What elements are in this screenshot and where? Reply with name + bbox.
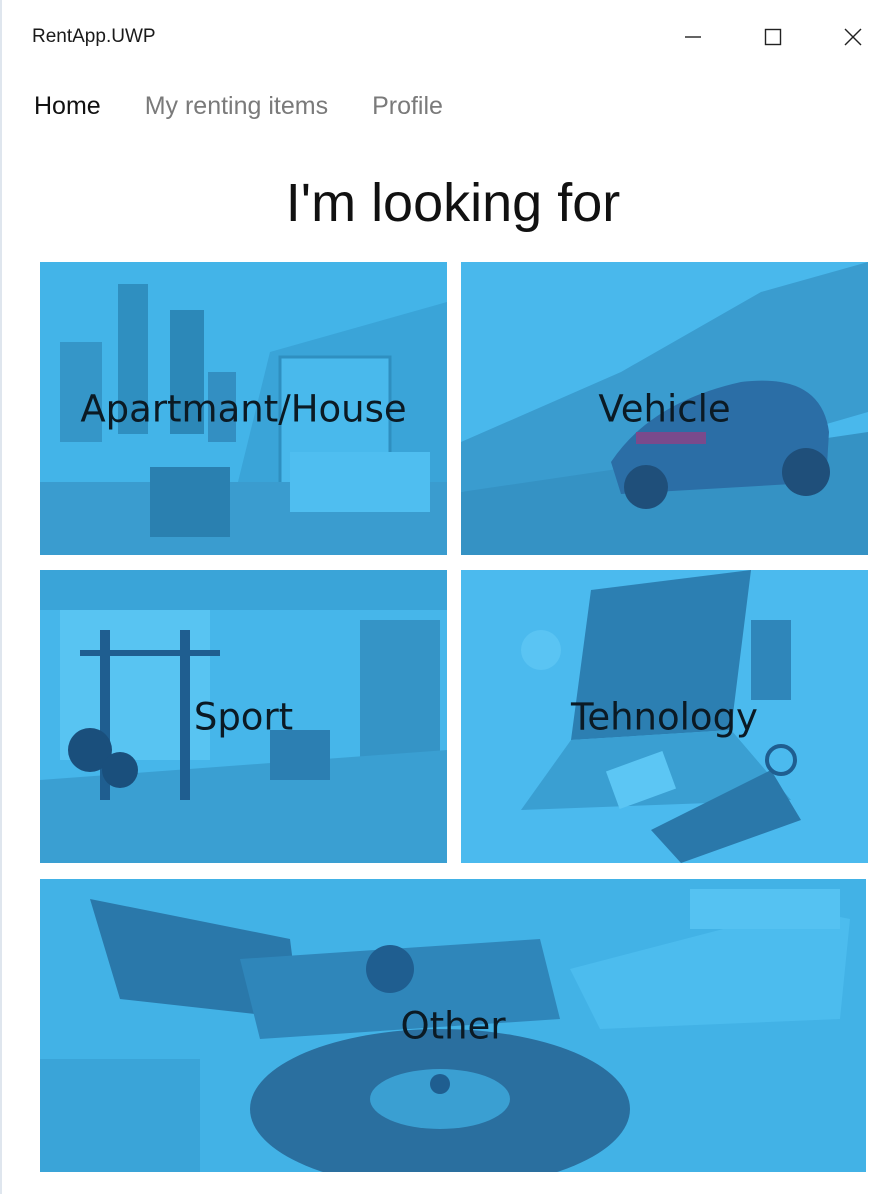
close-button[interactable]: [830, 14, 876, 60]
category-tile-technology[interactable]: Tehnology: [461, 570, 868, 863]
category-label: Tehnology: [571, 695, 758, 738]
category-tile-other[interactable]: Other: [40, 879, 866, 1172]
top-navigation: Home My renting items Profile: [34, 92, 443, 121]
maximize-icon: [764, 28, 782, 46]
category-tile-sport[interactable]: Sport: [40, 570, 447, 863]
title-bar[interactable]: RentApp.UWP: [2, 0, 881, 75]
nav-my-renting-items[interactable]: My renting items: [145, 92, 328, 121]
category-tile-vehicle[interactable]: Vehicle: [461, 262, 868, 555]
category-label: Sport: [193, 695, 294, 738]
category-label: Apartmant/House: [80, 387, 407, 430]
app-title: RentApp.UWP: [32, 26, 156, 47]
minimize-button[interactable]: [670, 14, 716, 60]
nav-profile[interactable]: Profile: [372, 92, 443, 121]
category-label: Other: [400, 1004, 506, 1047]
close-icon: [844, 28, 862, 46]
maximize-button[interactable]: [750, 14, 796, 60]
page-heading: I'm looking for: [285, 173, 621, 233]
minimize-icon: [685, 36, 701, 38]
category-label: Vehicle: [598, 387, 731, 430]
category-tile-apartment[interactable]: Apartmant/House: [40, 262, 447, 555]
app-window: RentApp.UWP Home My renting items Profil…: [0, 0, 881, 1194]
nav-home[interactable]: Home: [34, 92, 101, 121]
